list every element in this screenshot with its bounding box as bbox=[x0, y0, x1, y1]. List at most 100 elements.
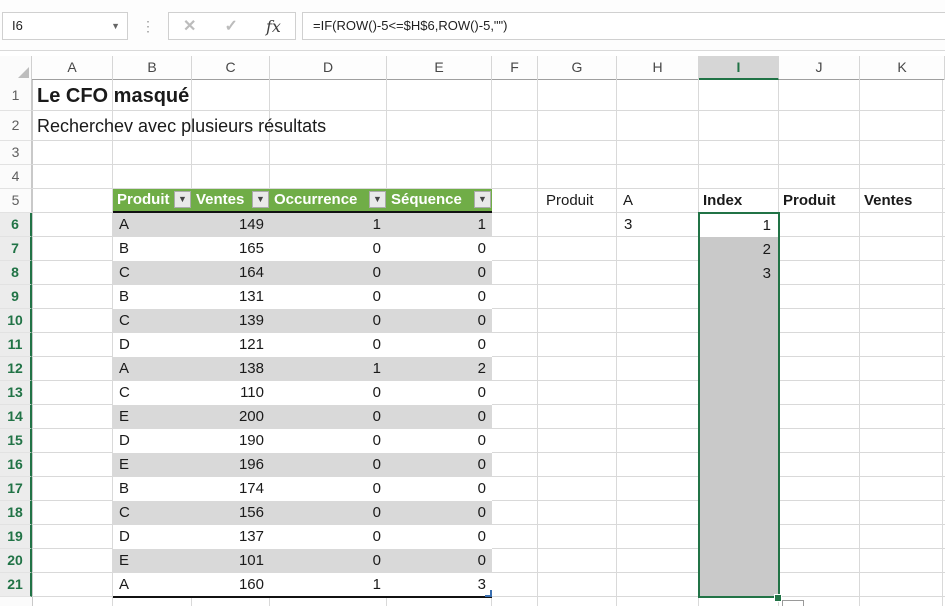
cell-B11[interactable]: D bbox=[113, 333, 192, 357]
row-header-7[interactable]: 7 bbox=[0, 237, 32, 261]
name-box[interactable]: I6 ▼ bbox=[2, 12, 128, 40]
cell-C12[interactable]: 138 bbox=[192, 357, 270, 381]
cell-C15[interactable]: 190 bbox=[192, 429, 270, 453]
cell-J5-produit-header[interactable]: Produit bbox=[779, 189, 860, 213]
filter-dropdown-icon[interactable]: ▼ bbox=[369, 191, 386, 208]
cell-E10[interactable]: 0 bbox=[387, 309, 492, 333]
row-header-11[interactable]: 11 bbox=[0, 333, 32, 357]
cell-C20[interactable]: 101 bbox=[192, 549, 270, 573]
cell-E11[interactable]: 0 bbox=[387, 333, 492, 357]
cell-D14[interactable]: 0 bbox=[270, 405, 387, 429]
column-header-K[interactable]: K bbox=[860, 56, 945, 80]
cell-B19[interactable]: D bbox=[113, 525, 192, 549]
cell-D16[interactable]: 0 bbox=[270, 453, 387, 477]
column-header-E[interactable]: E bbox=[387, 56, 492, 80]
cell-I8-value[interactable]: 3 bbox=[700, 262, 778, 286]
cell-C11[interactable]: 121 bbox=[192, 333, 270, 357]
cell-D6[interactable]: 1 bbox=[270, 213, 387, 237]
cell-I6-value[interactable]: 1 bbox=[700, 214, 778, 238]
table-header-produit[interactable]: Produit▼ bbox=[113, 189, 192, 213]
cell-C10[interactable]: 139 bbox=[192, 309, 270, 333]
cell-E18[interactable]: 0 bbox=[387, 501, 492, 525]
filter-dropdown-icon[interactable]: ▼ bbox=[174, 191, 191, 208]
cell-C18[interactable]: 156 bbox=[192, 501, 270, 525]
column-header-H[interactable]: H bbox=[617, 56, 699, 80]
cell-E14[interactable]: 0 bbox=[387, 405, 492, 429]
table-resize-handle[interactable] bbox=[485, 590, 492, 597]
cell-B21[interactable]: A bbox=[113, 573, 192, 597]
row-header-3[interactable]: 3 bbox=[0, 141, 32, 165]
cell-E8[interactable]: 0 bbox=[387, 261, 492, 285]
fill-handle[interactable] bbox=[774, 594, 782, 602]
cell-I5-index-header[interactable]: Index bbox=[699, 189, 779, 213]
cell-I7-value[interactable]: 2 bbox=[700, 238, 778, 262]
column-header-C[interactable]: C bbox=[192, 56, 270, 80]
column-header-A[interactable]: A bbox=[32, 56, 113, 80]
cell-B12[interactable]: A bbox=[113, 357, 192, 381]
column-header-F[interactable]: F bbox=[492, 56, 538, 80]
row-header-19[interactable]: 19 bbox=[0, 525, 32, 549]
cell-H5-produit-value[interactable]: A bbox=[617, 189, 699, 213]
cell-E21[interactable]: 3 bbox=[387, 573, 492, 597]
row-header-10[interactable]: 10 bbox=[0, 309, 32, 333]
row-header-8[interactable]: 8 bbox=[0, 261, 32, 285]
table-header-ventes[interactable]: Ventes▼ bbox=[192, 189, 270, 213]
cell-D9[interactable]: 0 bbox=[270, 285, 387, 309]
cell-B14[interactable]: E bbox=[113, 405, 192, 429]
cell-E17[interactable]: 0 bbox=[387, 477, 492, 501]
cell-B20[interactable]: E bbox=[113, 549, 192, 573]
row-header-12[interactable]: 12 bbox=[0, 357, 32, 381]
cell-A2-subtitle[interactable]: Recherchev avec plusieurs résultats bbox=[37, 111, 326, 141]
cell-B9[interactable]: B bbox=[113, 285, 192, 309]
cell-B15[interactable]: D bbox=[113, 429, 192, 453]
chevron-down-icon[interactable]: ▼ bbox=[111, 13, 120, 39]
cell-B18[interactable]: C bbox=[113, 501, 192, 525]
filter-dropdown-icon[interactable]: ▼ bbox=[252, 191, 269, 208]
cell-E13[interactable]: 0 bbox=[387, 381, 492, 405]
column-header-I-selected[interactable]: I bbox=[699, 56, 779, 80]
table-header-occurrence[interactable]: Occurrence▼ bbox=[270, 189, 387, 213]
cell-D19[interactable]: 0 bbox=[270, 525, 387, 549]
row-header-2[interactable]: 2 bbox=[0, 111, 32, 141]
cell-D15[interactable]: 0 bbox=[270, 429, 387, 453]
cell-K5-ventes-header[interactable]: Ventes bbox=[860, 189, 945, 213]
cell-D20[interactable]: 0 bbox=[270, 549, 387, 573]
row-header-9[interactable]: 9 bbox=[0, 285, 32, 309]
cell-D18[interactable]: 0 bbox=[270, 501, 387, 525]
column-header-D[interactable]: D bbox=[270, 56, 387, 80]
select-all-corner[interactable] bbox=[0, 56, 32, 80]
row-header-20[interactable]: 20 bbox=[0, 549, 32, 573]
enter-icon[interactable]: ✓ bbox=[225, 16, 238, 36]
row-header-4[interactable]: 4 bbox=[0, 165, 32, 189]
cell-E9[interactable]: 0 bbox=[387, 285, 492, 309]
cell-B16[interactable]: E bbox=[113, 453, 192, 477]
cancel-icon[interactable]: ✕ bbox=[183, 16, 196, 36]
row-header-21[interactable]: 21 bbox=[0, 573, 32, 597]
formula-input[interactable]: =IF(ROW()-5<=$H$6,ROW()-5,"") bbox=[302, 12, 945, 40]
cell-D10[interactable]: 0 bbox=[270, 309, 387, 333]
column-header-G[interactable]: G bbox=[538, 56, 617, 80]
cell-B10[interactable]: C bbox=[113, 309, 192, 333]
cell-C14[interactable]: 200 bbox=[192, 405, 270, 429]
cell-D8[interactable]: 0 bbox=[270, 261, 387, 285]
row-header-5[interactable]: 5 bbox=[0, 189, 32, 213]
cell-E15[interactable]: 0 bbox=[387, 429, 492, 453]
cell-E12[interactable]: 2 bbox=[387, 357, 492, 381]
column-header-B[interactable]: B bbox=[113, 56, 192, 80]
cell-C8[interactable]: 164 bbox=[192, 261, 270, 285]
cell-E16[interactable]: 0 bbox=[387, 453, 492, 477]
cell-C6[interactable]: 149 bbox=[192, 213, 270, 237]
cell-C16[interactable]: 196 bbox=[192, 453, 270, 477]
row-header-15[interactable]: 15 bbox=[0, 429, 32, 453]
cell-C17[interactable]: 174 bbox=[192, 477, 270, 501]
cell-B7[interactable]: B bbox=[113, 237, 192, 261]
row-header-18[interactable]: 18 bbox=[0, 501, 32, 525]
cell-B6[interactable]: A bbox=[113, 213, 192, 237]
row-header-6[interactable]: 6 bbox=[0, 213, 32, 237]
row-header-1[interactable]: 1 bbox=[0, 80, 32, 111]
cell-E7[interactable]: 0 bbox=[387, 237, 492, 261]
cell-C19[interactable]: 137 bbox=[192, 525, 270, 549]
cell-G5-produit-label[interactable]: Produit bbox=[538, 189, 617, 213]
cell-C7[interactable]: 165 bbox=[192, 237, 270, 261]
cell-B17[interactable]: B bbox=[113, 477, 192, 501]
